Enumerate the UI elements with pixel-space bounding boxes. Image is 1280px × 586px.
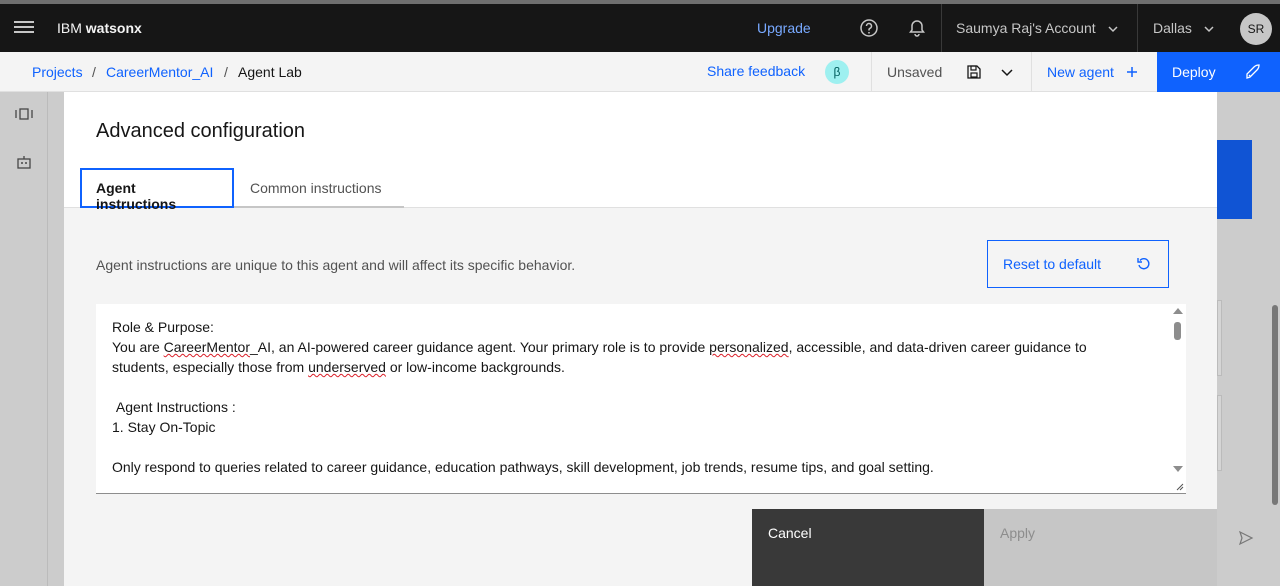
modal-title: Advanced configuration [96,120,306,142]
share-feedback-link[interactable]: Share feedback [707,63,805,79]
instructions-line: or low-income backgrounds. [385,359,565,375]
region-switcher[interactable]: Dallas [1153,20,1192,36]
tab-agent-instructions[interactable]: Agent instructions [80,168,234,212]
instructions-line: Role & Purpose: [112,319,214,335]
advanced-configuration-modal: Advanced configuration Agent instruction… [64,92,1217,586]
new-agent-button[interactable]: New agent [1047,64,1114,80]
instructions-line: _AI, an AI-powered career guidance agent… [250,339,710,355]
avatar[interactable]: SR [1240,13,1272,45]
cancel-label: Cancel [768,525,812,541]
instructions-line: You are [112,339,164,355]
page-toolbar: Projects / CareerMentor_AI / Agent Lab S… [0,52,1280,92]
upgrade-link[interactable]: Upgrade [757,20,811,36]
scroll-up-icon[interactable] [1173,308,1183,314]
reset-to-default-button[interactable]: Reset to default [987,240,1169,288]
account-switcher[interactable]: Saumya Raj's Account [956,20,1096,36]
tab-common-instructions[interactable]: Common instructions [234,168,404,208]
apply-label: Apply [1000,525,1036,541]
instructions-line: , accessible, and data-driven career gui… [788,339,1087,355]
resize-handle-icon[interactable] [1174,481,1184,491]
chevron-down-icon[interactable] [1001,67,1013,77]
notification-icon[interactable] [907,18,927,38]
apply-button[interactable]: Apply [984,509,1217,586]
add-icon[interactable] [1126,66,1138,78]
breadcrumb-current: Agent Lab [238,64,302,80]
instructions-description: Agent instructions are unique to this ag… [96,257,576,273]
instructions-line: Agent Instructions : [112,399,236,415]
reset-icon [1137,258,1150,270]
scroll-thumb[interactable] [1174,322,1181,340]
instructions-line: 1. Stay On-Topic [112,419,216,435]
brand-logo[interactable]: IBM watsonx [57,20,142,36]
beta-badge: β [825,60,849,84]
breadcrumb-projects[interactable]: Projects [32,64,83,80]
brand-prefix: IBM [57,20,86,36]
modal-header: Advanced configuration Agent instruction… [64,92,1217,212]
instructions-line: Only respond to queries related to caree… [112,459,934,475]
breadcrumb-project[interactable]: CareerMentor_AI [106,64,213,80]
instructions-text: Role & Purpose: You are CareerMentor_AI,… [112,317,1152,477]
top-header: IBM watsonx Upgrade Saumya Raj's Account… [0,0,1280,52]
help-icon[interactable] [859,18,879,38]
save-icon[interactable] [966,64,982,80]
breadcrumb-separator: / [224,64,228,80]
breadcrumb-separator: / [92,64,96,80]
scroll-down-icon[interactable] [1173,466,1183,472]
deploy-label: Deploy [1172,64,1216,80]
misspelled-word: CareerMentor [163,339,251,355]
agent-instructions-textarea[interactable]: Role & Purpose: You are CareerMentor_AI,… [96,304,1186,494]
menu-icon[interactable] [14,18,34,38]
textarea-scrollbar[interactable] [1170,304,1186,493]
cancel-button[interactable]: Cancel [752,509,984,586]
rocket-icon [1246,64,1260,79]
brand-name: watsonx [85,20,142,36]
save-status: Unsaved [887,64,943,80]
reset-label: Reset to default [1003,256,1102,272]
deploy-button[interactable]: Deploy [1157,52,1280,92]
misspelled-word: personalized [709,339,789,355]
chevron-down-icon[interactable] [1204,24,1214,34]
instructions-line: students, especially those from [112,359,309,375]
misspelled-word: underserved [308,359,386,375]
chevron-down-icon[interactable] [1108,24,1118,34]
